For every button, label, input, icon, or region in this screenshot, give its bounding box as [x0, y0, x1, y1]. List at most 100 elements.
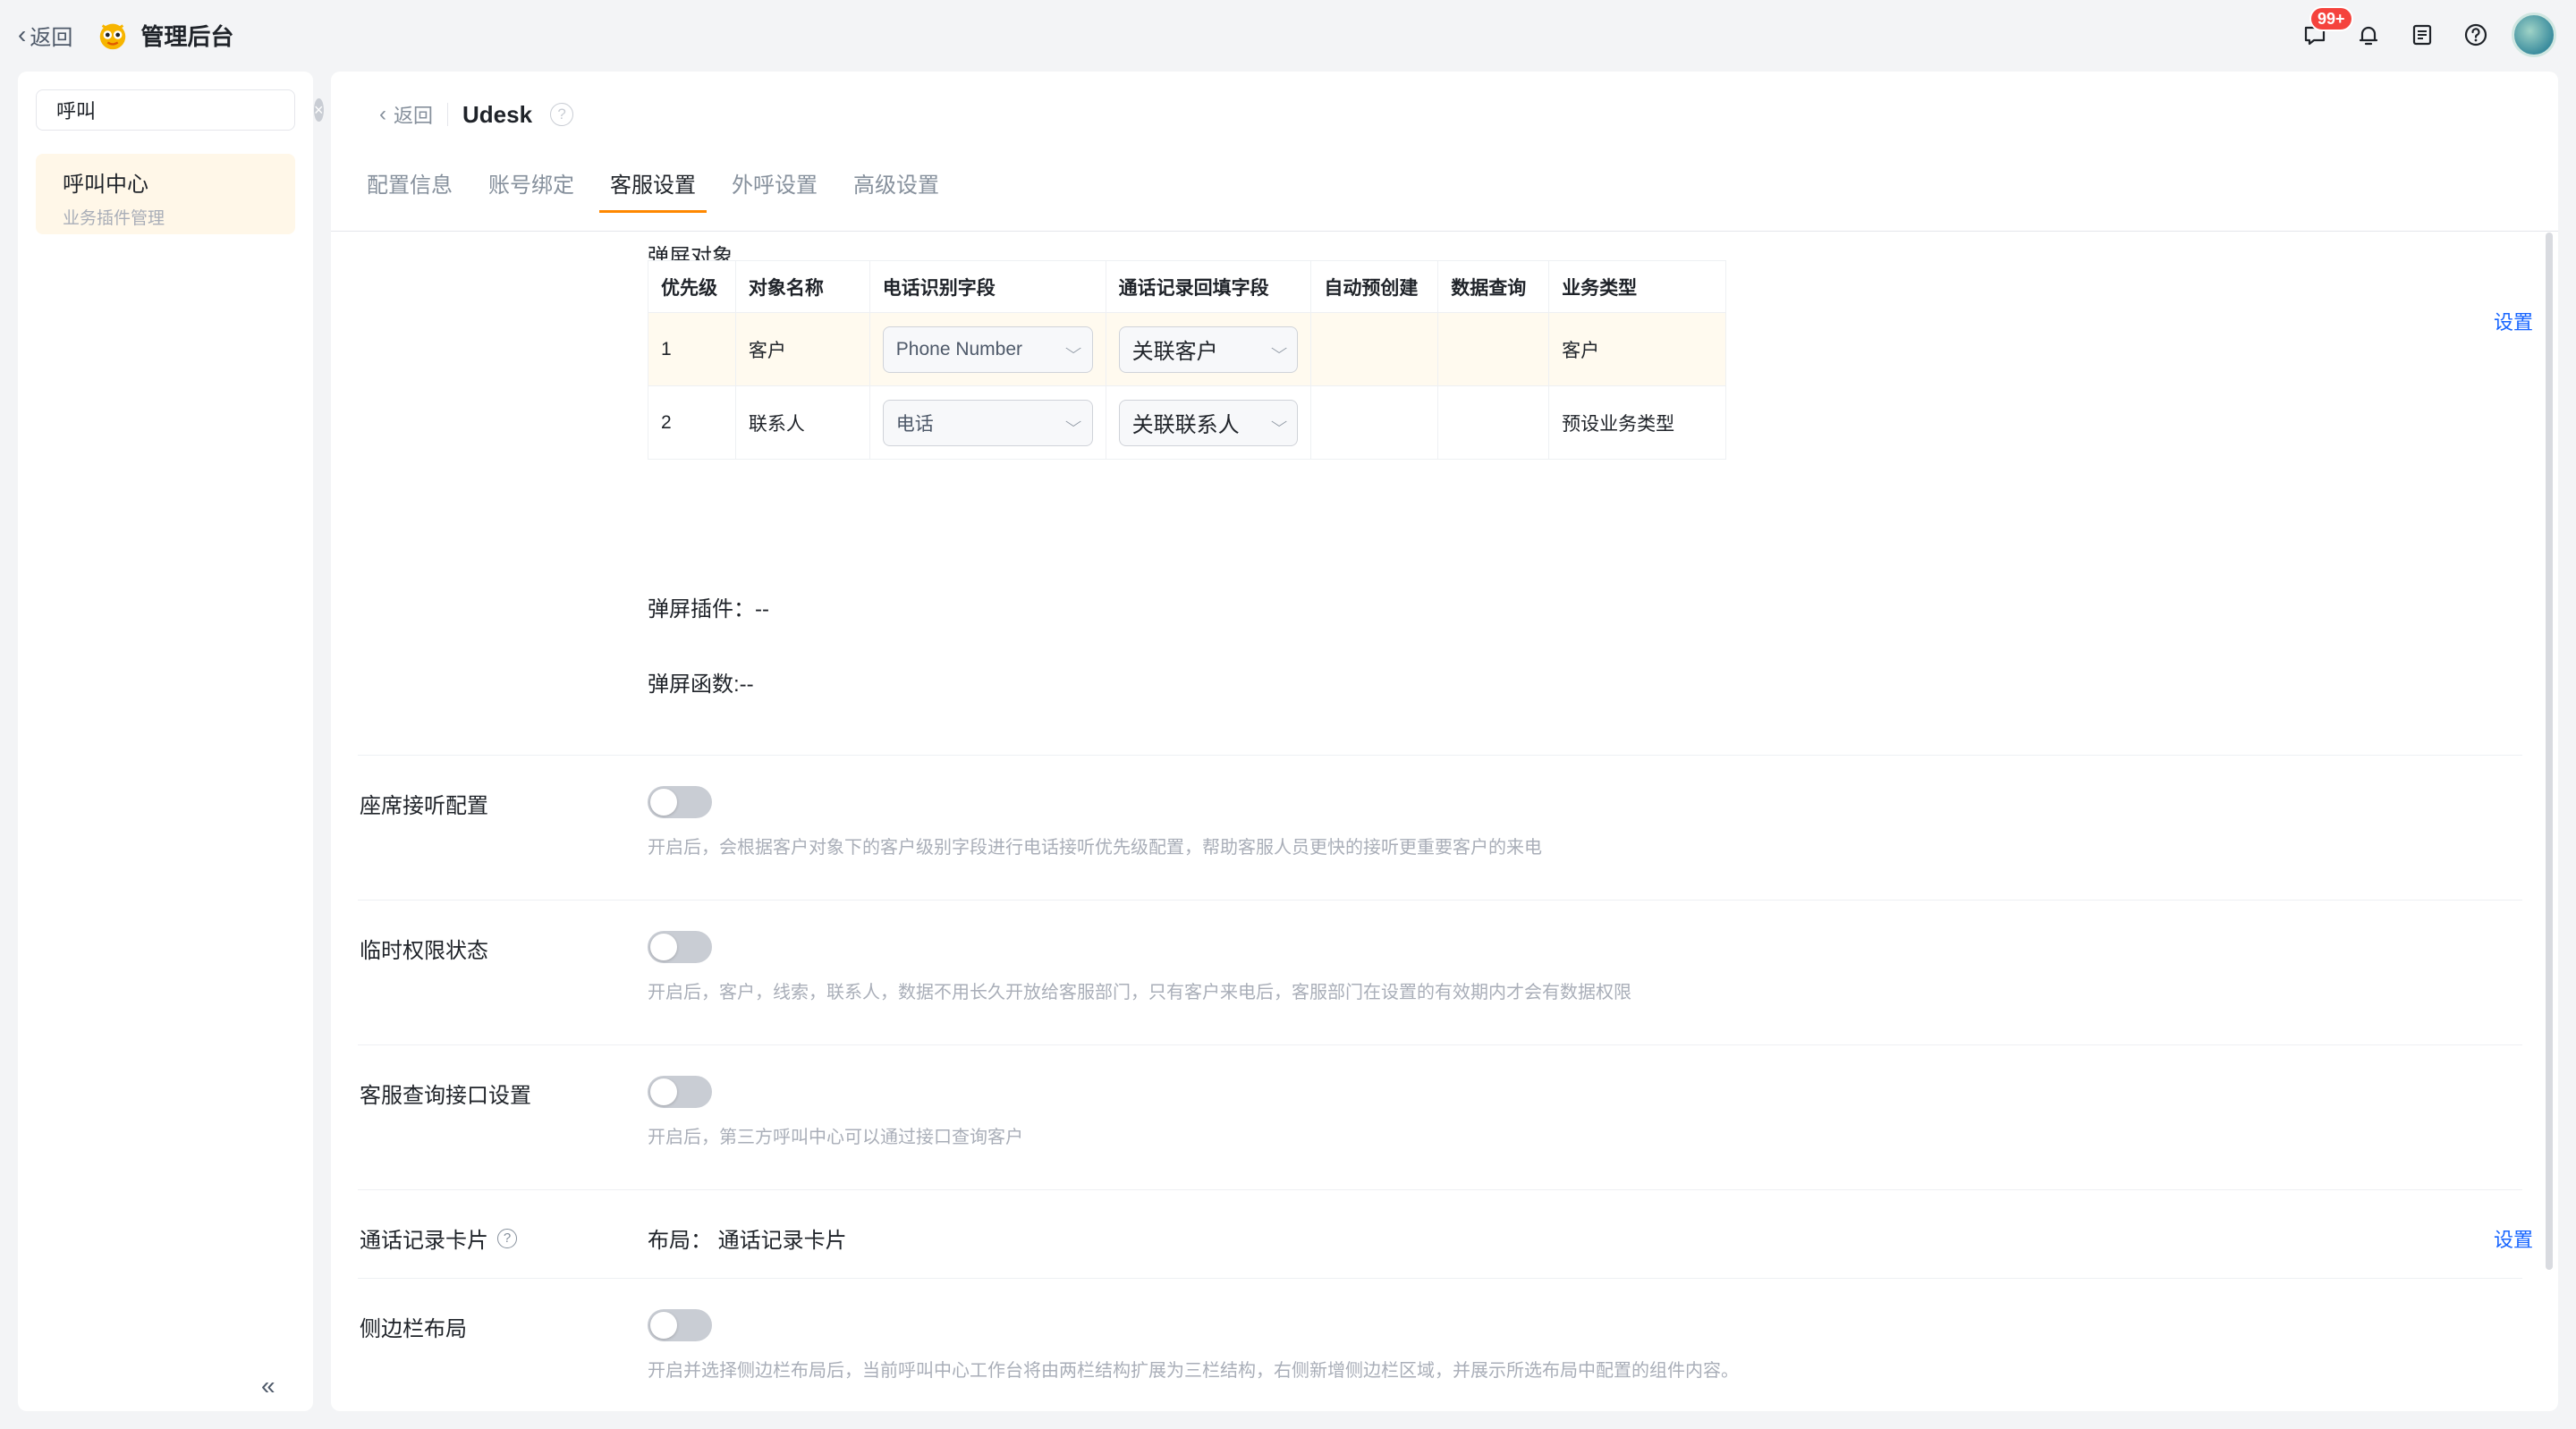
app-logo-icon	[100, 23, 126, 50]
divider	[358, 1189, 2522, 1190]
select-value: 关联联系人	[1131, 413, 1240, 437]
fill-field-select[interactable]: 关联客户 ⌵	[1118, 326, 1299, 373]
user-avatar[interactable]	[2512, 13, 2556, 57]
popup-table: 优先级 对象名称 电话识别字段 通话记录回填字段 自动预创建 数据查询 业务类型…	[648, 260, 1726, 460]
col-priority: 优先级	[648, 260, 736, 313]
tab-config-info[interactable]: 配置信息	[356, 170, 463, 213]
nav-item-title: 呼叫中心	[63, 173, 148, 197]
tab-service-settings[interactable]: 客服设置	[599, 170, 707, 213]
divider	[358, 1278, 2522, 1279]
nav-item-call-center[interactable]: 呼叫中心 业务插件管理	[36, 154, 295, 234]
chevron-down-icon: ⌵	[1271, 341, 1288, 357]
phone-field-select[interactable]: 电话 ⌵	[882, 399, 1093, 446]
tab-advanced-settings[interactable]: 高级设置	[843, 170, 950, 213]
cell-fill-field: 关联联系人 ⌵	[1105, 385, 1312, 460]
col-phone-field: 电话识别字段	[869, 260, 1106, 313]
search-box: ×	[36, 89, 324, 131]
question-icon[interactable]: ?	[497, 1228, 517, 1248]
col-data-query: 数据查询	[1437, 260, 1550, 313]
call-card-label-row: 通话记录卡片 ?	[360, 1222, 517, 1254]
popup-plugin: 弹屏插件：--	[648, 597, 769, 621]
chevron-down-icon: ⌵	[1271, 414, 1288, 430]
table-header-row: 优先级 对象名称 电话识别字段 通话记录回填字段 自动预创建 数据查询 业务类型	[648, 260, 1726, 313]
cell-priority: 1	[648, 312, 736, 386]
cell-data-query	[1437, 385, 1550, 460]
select-value: 电话	[895, 413, 934, 435]
chevron-left-icon: ‹	[18, 21, 27, 48]
cell-data-query	[1437, 312, 1550, 386]
back-button[interactable]: ‹ 返回	[18, 20, 72, 51]
top-actions: 99+	[2297, 0, 2576, 70]
app-title: 管理后台	[140, 22, 234, 50]
content-scrollbar[interactable]	[2546, 233, 2553, 1270]
fill-field-select[interactable]: 关联联系人 ⌵	[1118, 399, 1299, 446]
divider	[358, 900, 2522, 901]
notification-button[interactable]	[2351, 17, 2386, 53]
cell-phone-field: 电话 ⌵	[869, 385, 1106, 460]
collapse-sidebar-icon[interactable]: «	[261, 1372, 275, 1400]
select-value: 关联客户	[1131, 340, 1218, 364]
toggle-knob	[650, 789, 677, 816]
temp-permission-toggle[interactable]	[648, 931, 712, 963]
call-card-layout: 布局： 通话记录卡片	[648, 1229, 847, 1253]
popup-function: 弹屏函数:--	[648, 672, 754, 697]
tab-account-binding[interactable]: 账号绑定	[478, 170, 585, 213]
chevron-down-icon: ⌵	[1065, 414, 1082, 430]
query-api-toggle[interactable]	[648, 1076, 712, 1108]
sidebar-layout-desc: 开启并选择侧边栏布局后，当前呼叫中心工作台将由两栏结构扩展为三栏结构，右侧新增侧…	[648, 1361, 1739, 1381]
divider	[358, 755, 2522, 756]
clear-icon[interactable]: ×	[314, 98, 324, 122]
query-api-label: 客服查询接口设置	[360, 1084, 531, 1108]
col-object-name: 对象名称	[734, 260, 870, 313]
select-value: Phone Number	[895, 338, 1023, 359]
settings-content[interactable]: 弹屏对象 设置 优先级 对象名称 电话识别字段 通话记录回填字段 自动预创建 数…	[331, 232, 2558, 1411]
table-row: 2 联系人 电话 ⌵ 关联联系人 ⌵ 预设业务类型	[648, 385, 1726, 460]
chevron-down-icon: ⌵	[1065, 341, 1082, 357]
bell-icon	[2359, 26, 2378, 46]
popup-set-link[interactable]: 设置	[2494, 307, 2533, 335]
seat-answer-desc: 开启后，会根据客户对象下的客户级别字段进行电话接听优先级配置，帮助客服人员更快的…	[648, 838, 1542, 858]
toggle-knob	[650, 934, 677, 960]
cell-auto-create	[1310, 312, 1439, 386]
help-circle-icon[interactable]: ?	[550, 103, 574, 126]
breadcrumb-back-button[interactable]: ‹ 返回	[379, 100, 433, 129]
toggle-knob	[650, 1312, 677, 1339]
page-title: Udesk	[462, 100, 533, 128]
toggle-knob	[650, 1078, 677, 1105]
phone-field-select[interactable]: Phone Number ⌵	[882, 326, 1093, 373]
cell-object: 客户	[734, 312, 870, 386]
breadcrumb: ‹ 返回 Udesk ?	[379, 97, 574, 132]
notes-icon	[2412, 24, 2432, 46]
temp-permission-desc: 开启后，客户，线索，联系人，数据不用长久开放给客服部门，只有客户来电后，客服部门…	[648, 983, 1631, 1002]
tab-bar: 配置信息 账号绑定 客服设置 外呼设置 高级设置	[356, 170, 964, 213]
query-api-desc: 开启后，第三方呼叫中心可以通过接口查询客户	[648, 1128, 1023, 1147]
temp-permission-label: 临时权限状态	[360, 939, 488, 963]
col-fill-field: 通话记录回填字段	[1105, 260, 1312, 313]
main-panel: ‹ 返回 Udesk ? 配置信息 账号绑定 客服设置 外呼设置 高级设置 弹屏…	[331, 72, 2558, 1411]
col-auto-create: 自动预创建	[1310, 260, 1439, 313]
seat-answer-label: 座席接听配置	[360, 794, 488, 818]
notes-button[interactable]	[2404, 17, 2440, 53]
divider	[358, 1044, 2522, 1045]
call-card-set-link[interactable]: 设置	[2494, 1224, 2533, 1253]
top-bar: ‹ 返回 管理后台 99+	[0, 0, 2576, 70]
search-input[interactable]	[56, 98, 314, 122]
cell-phone-field: Phone Number ⌵	[869, 312, 1106, 386]
seat-answer-toggle[interactable]	[648, 786, 712, 818]
cell-biz-type: 预设业务类型	[1548, 385, 1726, 460]
help-icon	[2464, 23, 2487, 47]
message-button[interactable]: 99+	[2297, 6, 2353, 53]
tab-outbound-settings[interactable]: 外呼设置	[721, 170, 828, 213]
chevron-left-icon: ‹	[379, 102, 386, 126]
help-button[interactable]	[2458, 17, 2494, 53]
nav-item-subtitle: 业务插件管理	[63, 209, 165, 228]
back-label: 返回	[30, 25, 73, 50]
cell-priority: 2	[648, 385, 736, 460]
sidebar-layout-toggle[interactable]	[648, 1309, 712, 1341]
breadcrumb-back-label: 返回	[394, 105, 434, 127]
left-panel: × 呼叫中心 业务插件管理 «	[18, 72, 324, 1411]
col-biz-type: 业务类型	[1548, 260, 1726, 313]
table-row: 1 客户 Phone Number ⌵ 关联客户 ⌵ 客户	[648, 312, 1726, 386]
call-card-label: 通话记录卡片	[360, 1229, 488, 1253]
breadcrumb-divider	[447, 103, 449, 126]
